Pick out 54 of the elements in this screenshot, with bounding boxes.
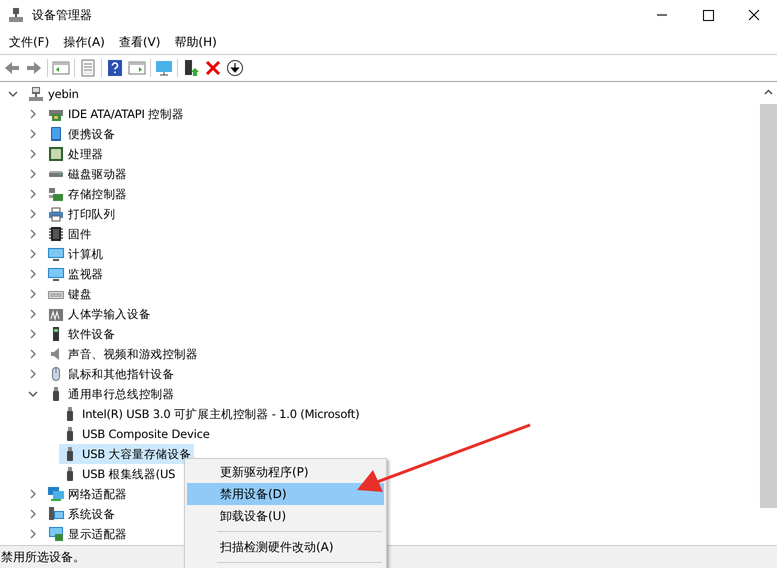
panel-icon[interactable]	[52, 59, 70, 77]
tree-item[interactable]: 打印队列	[45, 204, 118, 224]
tree-item[interactable]: 磁盘驱动器	[45, 164, 130, 184]
tree-item[interactable]: 键盘	[45, 284, 95, 304]
back-arrow-icon[interactable]	[3, 59, 21, 77]
storage-controller-icon	[48, 186, 64, 202]
tree-item[interactable]: 处理器	[45, 144, 106, 164]
tree-item[interactable]: 系统设备	[45, 504, 118, 524]
app-icon	[8, 7, 24, 23]
tree-item[interactable]: 固件	[45, 224, 95, 244]
tree-item[interactable]: yebin	[25, 84, 82, 104]
tree-item[interactable]: 网络适配器	[45, 484, 130, 504]
tree-item[interactable]: 鼠标和其他指针设备	[45, 364, 178, 384]
tree-item[interactable]: IDE ATA/ATAPI 控制器	[45, 104, 187, 124]
tree-item[interactable]: USB 根集线器(US	[59, 464, 178, 484]
input-device-icon	[48, 306, 64, 322]
monitor-icon[interactable]	[155, 59, 173, 77]
tree-item[interactable]: 声音、视频和游戏控制器	[45, 344, 201, 364]
tree-item[interactable]: 显示适配器	[45, 524, 130, 544]
tree-item[interactable]: 存储控制器	[45, 184, 130, 204]
menu-item[interactable]: 更新驱动程序(P)	[187, 461, 384, 483]
tree-item[interactable]: 软件设备	[45, 324, 118, 344]
system-device-icon	[48, 506, 64, 522]
memory-chip-icon	[48, 226, 64, 242]
tablet-icon	[48, 126, 64, 142]
tree-item[interactable]: 便携设备	[45, 124, 118, 144]
network-icon	[48, 486, 64, 502]
properties-icon[interactable]	[79, 59, 97, 77]
menu-item[interactable]: 卸载设备(U)	[187, 505, 384, 527]
tree-item[interactable]: USB Composite Device	[59, 424, 213, 444]
help-icon[interactable]	[106, 59, 124, 77]
panel-icon[interactable]	[128, 59, 146, 77]
device-update-icon[interactable]	[182, 59, 200, 77]
display-adapter-icon	[48, 526, 64, 542]
tree-item[interactable]: 计算机	[45, 244, 106, 264]
window-title: 设备管理器	[32, 6, 92, 24]
chip-icon	[48, 146, 64, 162]
menu-item[interactable]: 扫描检测硬件改动(A)	[187, 536, 384, 558]
tree-item[interactable]: 人体学输入设备	[45, 304, 154, 324]
menu-item[interactable]: 查看(V)	[112, 32, 168, 52]
menu-item[interactable]: 帮助(H)	[167, 32, 224, 52]
network-computer-icon	[28, 86, 44, 102]
monitor-icon	[48, 266, 64, 282]
menu-item[interactable]: 禁用设备(D)	[187, 483, 384, 505]
disk-drive-icon	[48, 171, 64, 177]
tree-item[interactable]: 通用串行总线控制器	[45, 384, 178, 404]
status-text: 禁用所选设备。	[0, 548, 85, 566]
tree-item[interactable]: Intel(R) USB 3.0 可扩展主机控制器 - 1.0 (Microsoft)	[59, 404, 362, 424]
menu-item[interactable]: 操作(A)	[56, 32, 112, 52]
monitor-icon	[48, 246, 64, 262]
forward-arrow-icon[interactable]	[25, 59, 43, 77]
menu-item[interactable]: 文件(F)	[2, 32, 56, 52]
printer-icon	[48, 206, 64, 222]
tree-item[interactable]: 监视器	[45, 264, 106, 284]
